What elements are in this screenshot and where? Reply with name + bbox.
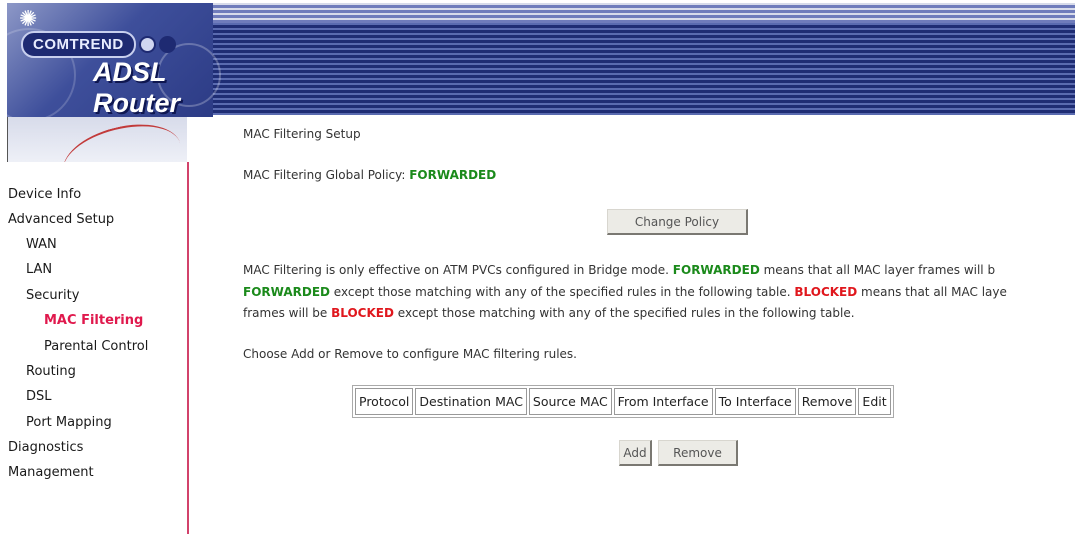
description-text: except those matching with any of the sp…: [329, 285, 795, 299]
brand-name: COMTREND: [21, 30, 136, 58]
star-icon: ✺: [19, 7, 38, 32]
column-header-destination-mac: Destination MAC: [415, 388, 527, 415]
table-header-row: Protocol Destination MAC Source MAC From…: [355, 388, 891, 415]
description-text: means that all MAC laye: [857, 285, 1007, 299]
column-header-from-interface: From Interface: [613, 388, 713, 415]
brand-dot-icon: [138, 35, 156, 53]
blocked-keyword: BLOCKED: [794, 285, 858, 299]
change-policy-button[interactable]: Change Policy: [607, 209, 748, 235]
nav-item-lan[interactable]: LAN: [26, 262, 52, 277]
description-line-2: FORWARDED except those matching with any…: [243, 285, 1007, 299]
description-text: frames will be: [243, 306, 332, 320]
instruction-text: Choose Add or Remove to configure MAC fi…: [243, 347, 577, 361]
nav-item-advanced-setup[interactable]: Advanced Setup: [8, 212, 114, 227]
product-title: ADSL Router: [93, 57, 180, 117]
nav-item-dsl[interactable]: DSL: [26, 389, 52, 404]
column-header-edit: Edit: [858, 388, 891, 415]
forwarded-keyword: FORWARDED: [672, 263, 760, 277]
header-stripes-top: [213, 3, 1075, 23]
header-banner: ✺ COMTREND ADSL Router: [7, 3, 1075, 117]
policy-value: FORWARDED: [409, 168, 497, 182]
swoosh-decor: [56, 117, 187, 162]
nav-item-security[interactable]: Security: [26, 288, 79, 303]
sidebar-nav: Device Info Advanced Setup WAN LAN Secur…: [7, 162, 189, 534]
logo-panel: ✺ COMTREND ADSL Router: [7, 3, 221, 117]
nav-item-device-info[interactable]: Device Info: [8, 187, 81, 202]
description-line-3: frames will be BLOCKED except those matc…: [243, 306, 855, 320]
nav-item-management[interactable]: Management: [8, 465, 94, 480]
brand-logo: COMTREND: [21, 30, 176, 58]
nav-item-wan[interactable]: WAN: [26, 237, 57, 252]
description-text: means that all MAC layer frames will b: [759, 263, 996, 277]
blocked-keyword: BLOCKED: [331, 306, 394, 320]
mac-filter-rules-table: Protocol Destination MAC Source MAC From…: [352, 385, 894, 418]
remove-button[interactable]: Remove: [658, 440, 738, 466]
global-policy: MAC Filtering Global Policy: FORWARDED: [243, 168, 496, 182]
description-line-1: MAC Filtering is only effective on ATM P…: [243, 263, 995, 277]
nav-item-diagnostics[interactable]: Diagnostics: [8, 440, 83, 455]
column-header-source-mac: Source MAC: [528, 388, 612, 415]
policy-label: MAC Filtering Global Policy:: [243, 168, 410, 182]
main-content: MAC Filtering Setup MAC Filtering Global…: [187, 117, 1075, 534]
description-text: except those matching with any of the sp…: [393, 306, 855, 320]
column-header-protocol: Protocol: [355, 388, 414, 415]
column-header-to-interface: To Interface: [714, 388, 796, 415]
description-text: MAC Filtering is only effective on ATM P…: [243, 263, 673, 277]
column-header-remove: Remove: [797, 388, 857, 415]
nav-item-routing[interactable]: Routing: [26, 364, 76, 379]
add-button[interactable]: Add: [619, 440, 652, 466]
forwarded-keyword: FORWARDED: [243, 285, 330, 299]
sidebar-decor: [7, 117, 187, 162]
nav-item-port-mapping[interactable]: Port Mapping: [26, 415, 112, 430]
brand-dot-icon: [158, 35, 176, 53]
nav-item-parental-control[interactable]: Parental Control: [44, 339, 148, 354]
page-title: MAC Filtering Setup: [243, 127, 361, 141]
nav-item-mac-filtering[interactable]: MAC Filtering: [44, 313, 143, 328]
